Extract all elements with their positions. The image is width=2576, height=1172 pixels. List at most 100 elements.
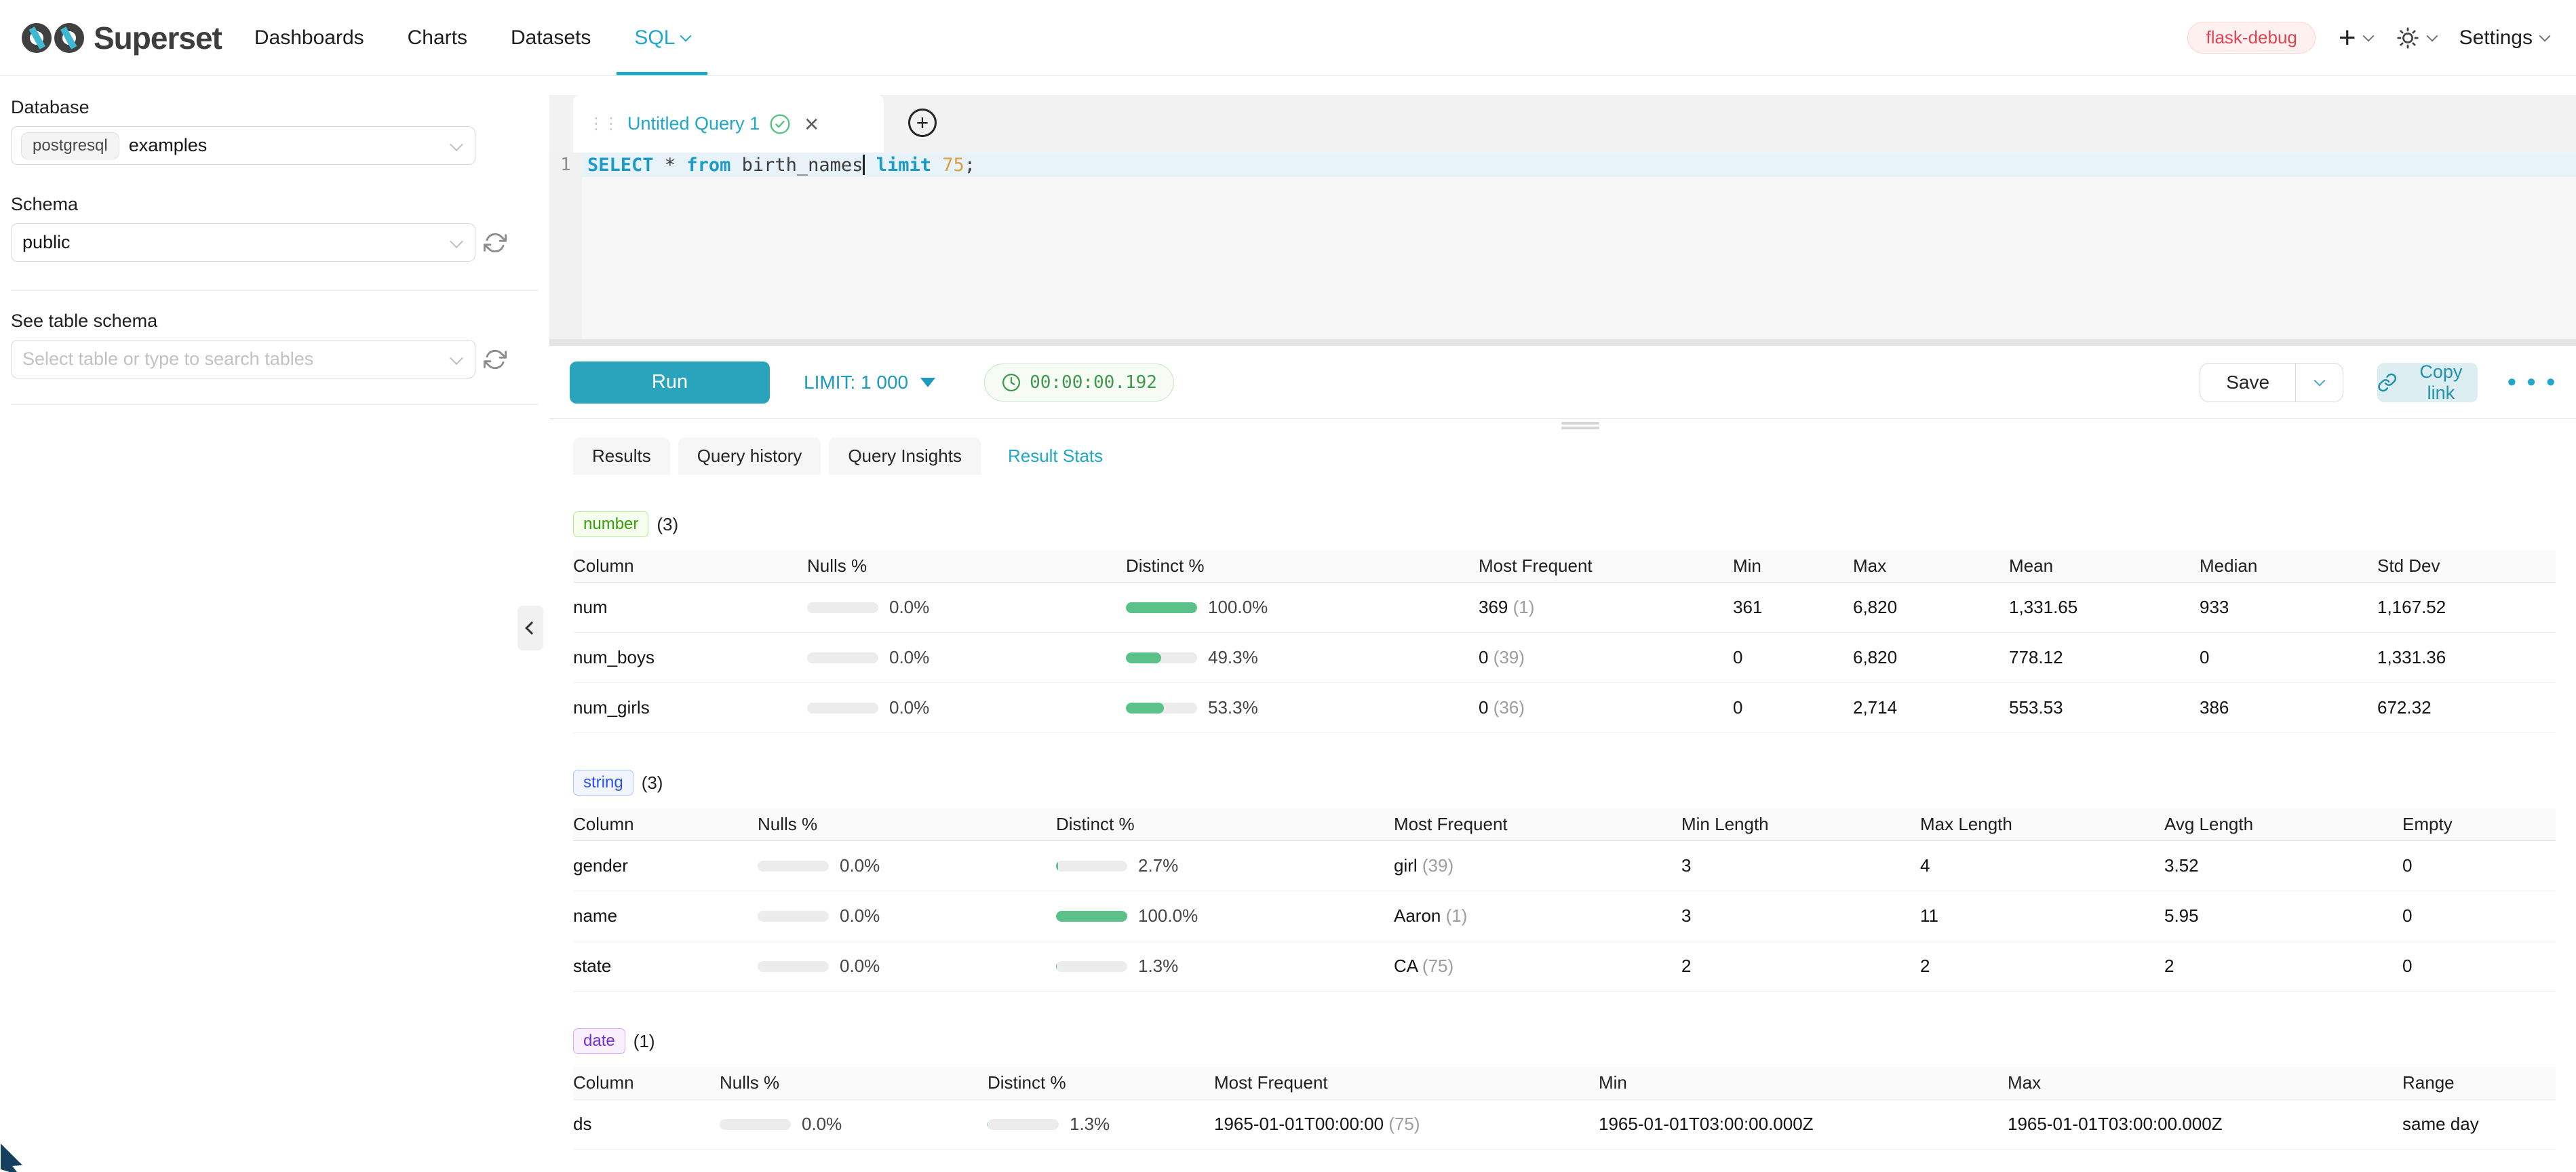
percent-bar — [807, 652, 878, 663]
nav-charts[interactable]: Charts — [386, 0, 489, 75]
query-tab-title: Untitled Query 1 — [627, 113, 760, 134]
settings-label: Settings — [2459, 26, 2533, 50]
table-select[interactable]: Select table or type to search tables — [11, 340, 475, 378]
editor-gutter — [549, 177, 582, 339]
save-button[interactable]: Save — [2200, 364, 2295, 402]
stat-value-cell: same day — [2402, 1114, 2552, 1135]
most-frequent-value: CA — [1394, 956, 1418, 976]
superset-logo[interactable]: Superset — [20, 20, 222, 56]
percent-bar — [1126, 652, 1197, 663]
percent-cell: 49.3% — [1126, 647, 1479, 668]
theme-toggle[interactable] — [2396, 26, 2436, 50]
sun-icon — [2396, 26, 2420, 50]
column-header: Column — [573, 1072, 720, 1093]
percent-cell: 100.0% — [1056, 905, 1394, 926]
chevron-down-icon — [2539, 30, 2551, 41]
stat-value-cell: 1,167.52 — [2377, 597, 2552, 618]
tab-query-history[interactable]: Query history — [678, 437, 821, 475]
percent-cell: 2.7% — [1056, 855, 1394, 876]
table-row: gender0.0%2.7%girl (39)343.520 — [573, 841, 2556, 891]
limit-dropdown[interactable]: LIMIT: 1 000 — [804, 372, 935, 393]
column-count: (1) — [633, 1031, 655, 1052]
schema-select[interactable]: public — [11, 223, 475, 262]
chevron-down-icon — [2314, 374, 2325, 386]
more-options-button[interactable]: • • • — [2507, 377, 2557, 387]
column-header: Distinct % — [988, 1072, 1214, 1093]
most-frequent-value: 369 — [1479, 597, 1508, 617]
infinity-logo-icon — [20, 20, 85, 56]
column-type-badge: number — [573, 511, 648, 537]
most-frequent-value: 1965-01-01T00:00:00 — [1214, 1114, 1384, 1134]
tab-results[interactable]: Results — [573, 437, 670, 475]
column-header: Min — [1599, 1072, 2008, 1093]
column-header: Nulls % — [720, 1072, 988, 1093]
percent-label: 100.0% — [1138, 905, 1198, 926]
limit-value: 1 000 — [861, 372, 908, 393]
save-options-button[interactable] — [2295, 364, 2343, 402]
percent-bar-fill — [1126, 703, 1164, 714]
nav-dashboards[interactable]: Dashboards — [233, 0, 386, 75]
most-frequent-count: (75) — [1418, 956, 1453, 976]
query-timer: 00:00:00.192 — [984, 364, 1174, 402]
most-frequent-count: (36) — [1488, 697, 1524, 718]
most-frequent-cell: 0 (36) — [1479, 697, 1733, 718]
column-name-cell: gender — [573, 855, 758, 876]
close-tab-icon[interactable]: × — [804, 112, 819, 136]
new-item-button[interactable]: + — [2339, 23, 2373, 53]
stats-section-number: number(3)ColumnNulls %Distinct %Most Fre… — [573, 511, 2556, 733]
column-type-badge: date — [573, 1028, 625, 1054]
new-query-tab-button[interactable]: + — [908, 109, 937, 137]
copy-link-button[interactable]: Copy link — [2377, 363, 2478, 402]
stats-table: ColumnNulls %Distinct %Most FrequentMinM… — [573, 550, 2556, 733]
column-header: Distinct % — [1056, 814, 1394, 835]
most-frequent-cell: 0 (39) — [1479, 647, 1733, 668]
percent-label: 0.0% — [889, 697, 929, 718]
most-frequent-cell: 1965-01-01T00:00:00 (75) — [1214, 1114, 1599, 1135]
panel-resize-handle[interactable] — [1561, 422, 1599, 425]
percent-label: 0.0% — [840, 956, 880, 977]
tab-result-stats[interactable]: Result Stats — [989, 437, 1122, 475]
percent-label: 1.3% — [1138, 956, 1178, 977]
most-frequent-cell: Aaron (1) — [1394, 905, 1681, 926]
percent-label: 0.0% — [889, 647, 929, 668]
most-frequent-count: (39) — [1488, 647, 1524, 667]
column-header: Std Dev — [2377, 555, 2552, 577]
sql-editor[interactable]: 1 SELECT * from birth_names limit 75; — [549, 153, 2576, 339]
nav-sql[interactable]: SQL — [612, 0, 711, 75]
nav-sql-label: SQL — [634, 26, 675, 50]
stat-value-cell: 2 — [1920, 956, 2164, 977]
column-header: Most Frequent — [1394, 814, 1681, 835]
environment-badge: flask-debug — [2187, 22, 2315, 54]
drag-handle-icon[interactable]: ⋮⋮ — [588, 114, 618, 134]
percent-bar — [1056, 861, 1127, 872]
percent-label: 53.3% — [1208, 697, 1258, 718]
tab-query-insights[interactable]: Query Insights — [829, 437, 981, 475]
most-frequent-value: girl — [1394, 855, 1418, 876]
column-name-cell: ds — [573, 1114, 720, 1135]
run-button[interactable]: Run — [570, 362, 770, 404]
percent-bar — [720, 1119, 791, 1130]
nav-datasets[interactable]: Datasets — [489, 0, 612, 75]
table-header-row: ColumnNulls %Distinct %Most FrequentMinM… — [573, 1067, 2556, 1099]
refresh-tables-button[interactable] — [484, 348, 507, 371]
divider — [11, 404, 539, 405]
percent-bar — [1056, 961, 1127, 972]
percent-label: 0.0% — [802, 1114, 842, 1135]
settings-menu[interactable]: Settings — [2459, 26, 2549, 50]
collapse-panel-button[interactable] — [518, 606, 543, 650]
panel-resize-handle[interactable] — [1561, 427, 1599, 429]
editor-resize-strip[interactable] — [549, 339, 2576, 346]
schema-value: public — [22, 232, 71, 253]
query-tab[interactable]: ⋮⋮ Untitled Query 1 × — [573, 95, 884, 153]
database-select[interactable]: postgresql examples — [11, 126, 475, 165]
stat-value-cell: 1965-01-01T03:00:00.000Z — [2008, 1114, 2402, 1135]
percent-bar — [807, 602, 878, 613]
stat-value-cell: 5.95 — [2164, 905, 2402, 926]
stat-value-cell: 0 — [2402, 905, 2552, 926]
stat-value-cell: 933 — [2200, 597, 2377, 618]
percent-label: 1.3% — [1070, 1114, 1110, 1135]
query-success-check-icon — [769, 113, 791, 135]
refresh-schemas-button[interactable] — [484, 231, 507, 254]
table-select-placeholder: Select table or type to search tables — [22, 349, 313, 370]
refresh-icon — [484, 231, 507, 254]
